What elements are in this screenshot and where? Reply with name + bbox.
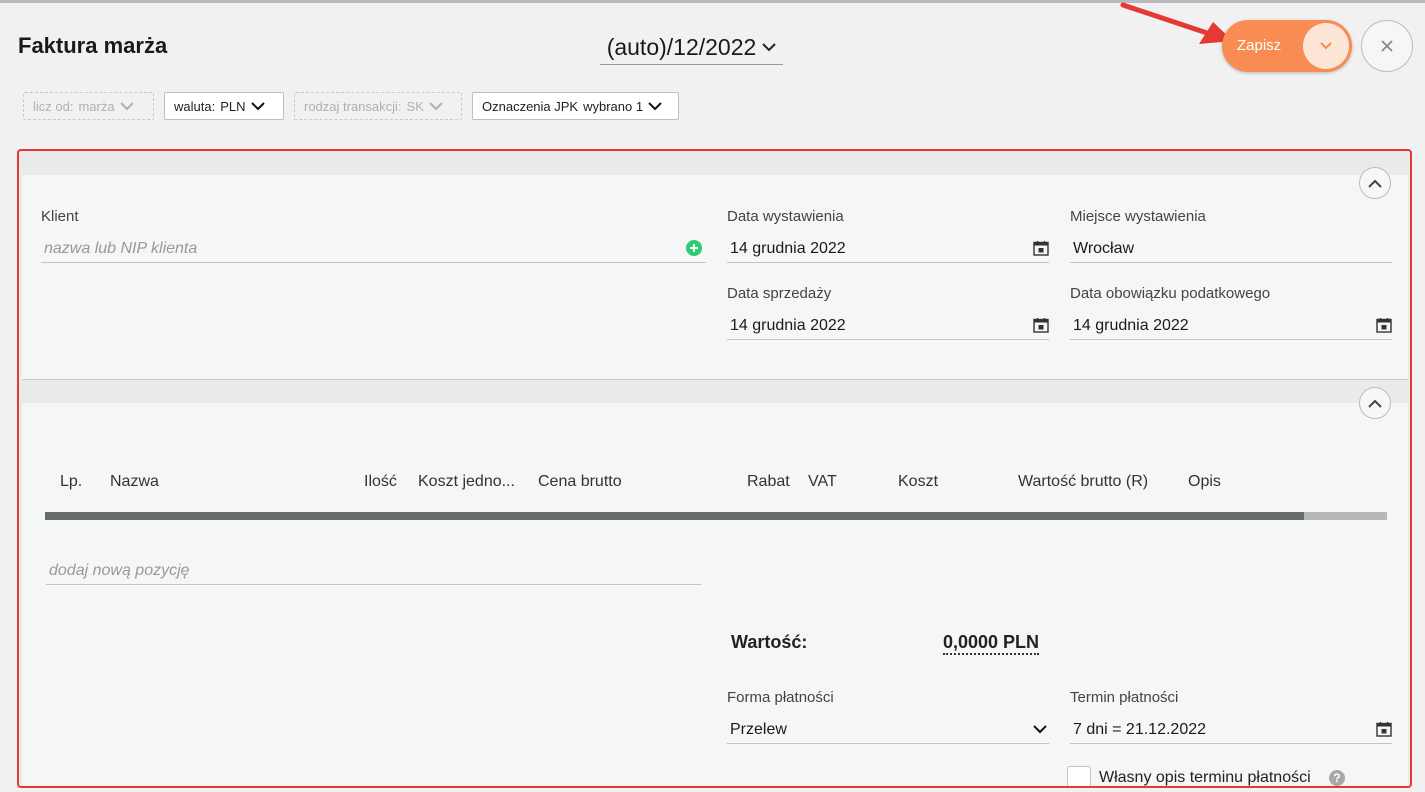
custom-term-label: Własny opis terminu płatności (1099, 769, 1311, 786)
items-section: Lp. Nazwa Ilość Koszt jedno... Cena brut… (22, 387, 1408, 786)
save-button[interactable]: Zapisz (1237, 37, 1281, 54)
client-input[interactable]: nazwa lub NIP klienta (41, 233, 706, 263)
client-placeholder: nazwa lub NIP klienta (44, 240, 198, 257)
payment-method-label: Forma płatności (727, 689, 834, 706)
column-header-name: Nazwa (110, 473, 159, 490)
save-options-button[interactable] (1303, 23, 1349, 69)
help-icon[interactable]: ? (1329, 770, 1345, 786)
column-header-discount: Rabat (747, 473, 790, 490)
place-input[interactable]: Wrocław (1070, 233, 1392, 263)
close-icon (1381, 40, 1393, 52)
column-header-quantity: Ilość (364, 473, 397, 490)
document-number: (auto)/12/2022 (606, 33, 757, 60)
chevron-down-icon (648, 101, 662, 110)
collapse-section-button[interactable] (1359, 167, 1391, 199)
filter-label: Oznaczenia JPK (482, 98, 579, 114)
chevron-down-icon (762, 42, 777, 51)
add-item-input[interactable]: dodaj nową pozycję (46, 555, 701, 585)
chevron-up-icon (1368, 399, 1382, 408)
annotation-arrow (1120, 2, 1233, 44)
tax-date-label: Data obowiązku podatkowego (1070, 285, 1271, 302)
client-label: Klient (41, 208, 79, 225)
column-header-gross-value: Wartość brutto (R) (1018, 473, 1149, 490)
column-header-lp: Lp. (60, 473, 83, 490)
save-button-group: Zapisz (1222, 20, 1352, 72)
filter-value: PLN (220, 98, 246, 114)
filter-label: waluta: (174, 98, 216, 114)
payment-method-select[interactable]: Przelew (727, 714, 1049, 744)
filter-currency[interactable]: waluta: PLN (164, 92, 284, 120)
place-label: Miejsce wystawienia (1070, 208, 1206, 225)
total-label: Wartość: (731, 632, 808, 652)
sale-date-value: 14 grudnia 2022 (730, 317, 846, 334)
chevron-down-icon (250, 101, 265, 110)
payment-term-value: 7 dni = 21.12.2022 (1073, 721, 1207, 738)
collapse-section-button[interactable] (1359, 387, 1391, 419)
chevron-up-icon (1368, 179, 1382, 188)
close-button[interactable] (1361, 20, 1413, 72)
chevron-down-icon (119, 101, 134, 110)
add-client-icon[interactable] (686, 240, 702, 256)
filter-calc-from[interactable]: licz od: marża (23, 92, 154, 120)
column-header-unit-cost: Koszt jedno... (418, 473, 515, 490)
column-header-description: Opis (1188, 473, 1221, 490)
place-value: Wrocław (1073, 240, 1135, 257)
chevron-down-icon (429, 101, 443, 110)
column-header-vat: VAT (808, 473, 837, 490)
calendar-icon[interactable] (1033, 317, 1049, 333)
invoice-form-frame: Klient nazwa lub NIP klienta Data wystaw… (17, 149, 1412, 788)
filter-value: SK (406, 98, 424, 114)
filter-label: licz od: (33, 98, 74, 114)
filter-label: rodzaj transakcji: (304, 98, 402, 114)
payment-term-label: Termin płatności (1070, 689, 1179, 706)
sale-date-input[interactable]: 14 grudnia 2022 (727, 310, 1049, 340)
column-header-gross-price: Cena brutto (538, 473, 622, 490)
total-value[interactable]: 0,0000 PLN (943, 632, 1040, 655)
filter-value: marża (78, 98, 115, 114)
custom-term-checkbox[interactable] (1067, 766, 1091, 786)
issue-date-label: Data wystawienia (727, 208, 844, 225)
add-item-placeholder: dodaj nową pozycję (49, 562, 190, 579)
issue-date-input[interactable]: 14 grudnia 2022 (727, 233, 1049, 263)
page-title: Faktura marża (18, 33, 168, 58)
calendar-icon[interactable] (1376, 721, 1392, 737)
calendar-icon[interactable] (1376, 317, 1392, 333)
sale-date-label: Data sprzedaży (727, 285, 832, 302)
filter-jpk[interactable]: Oznaczenia JPK wybrano 1 (472, 92, 679, 120)
calendar-icon[interactable] (1033, 240, 1049, 256)
horizontal-scrollbar[interactable] (45, 512, 1387, 520)
chevron-down-icon (1033, 725, 1047, 734)
filter-value: wybrano 1 (583, 98, 644, 114)
issue-date-value: 14 grudnia 2022 (730, 240, 846, 257)
chevron-down-icon (1320, 42, 1332, 50)
document-number-dropdown[interactable]: (auto)/12/2022 (600, 30, 783, 65)
filter-transaction-type[interactable]: rodzaj transakcji: SK (294, 92, 462, 120)
column-header-cost: Koszt (898, 473, 939, 490)
client-dates-section: Klient nazwa lub NIP klienta Data wystaw… (22, 167, 1408, 380)
payment-method-value: Przelew (730, 721, 787, 738)
tax-date-value: 14 grudnia 2022 (1073, 317, 1189, 334)
scrollbar-thumb[interactable] (45, 512, 1304, 520)
tax-date-input[interactable]: 14 grudnia 2022 (1070, 310, 1392, 340)
payment-term-input[interactable]: 7 dni = 21.12.2022 (1070, 714, 1392, 744)
